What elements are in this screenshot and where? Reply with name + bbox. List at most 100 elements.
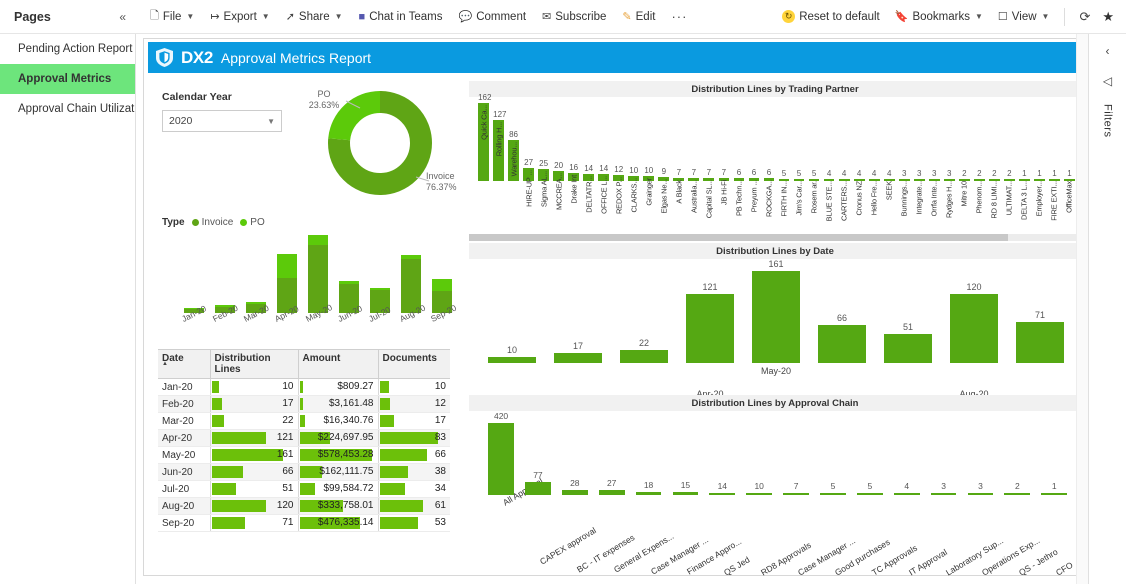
bar-column[interactable]: 420All Approval <box>488 423 514 495</box>
chevrons-left-icon[interactable]: « <box>119 10 126 24</box>
bar-column[interactable]: 161May-20 <box>752 271 801 363</box>
bar-column[interactable]: 7Case Manager ... <box>783 493 809 495</box>
bar-column[interactable]: 27General Expens... <box>599 490 625 495</box>
bar-column[interactable]: 1Employer... <box>1034 179 1045 181</box>
distribution-lines-by-date-panel[interactable]: Distribution Lines by Date 10Jan-2017Feb… <box>469 243 1081 391</box>
bar-column[interactable]: 162Quick Ca... <box>478 103 489 181</box>
table-row[interactable]: Aug-20120$333,758.0161 <box>158 498 450 515</box>
bar-column[interactable]: 10RD8 Approvals <box>746 493 772 495</box>
bar-column[interactable]: 10CLARKS... <box>628 176 639 181</box>
export-menu-button[interactable]: ↦ Export ▼ <box>204 6 275 27</box>
bar-column[interactable]: 6PB Techn... <box>734 178 745 181</box>
stacked-column[interactable] <box>308 235 328 313</box>
refresh-icon[interactable]: ⟳ <box>1074 7 1095 27</box>
bar-column[interactable]: 3Orrfa Inte... <box>929 179 940 181</box>
bar-column[interactable]: 51Jul-20 <box>884 334 933 363</box>
bar-column[interactable]: 86Warehou... <box>508 140 519 181</box>
bar-column[interactable]: 4Cronus NZ <box>854 179 865 181</box>
chat-in-teams-button[interactable]: ■ Chat in Teams <box>353 7 449 27</box>
star-icon[interactable]: ★ <box>1098 7 1118 27</box>
type-donut-chart[interactable]: PO 23.63% Invoice 76.37% <box>294 81 464 206</box>
bar-column[interactable]: 2RD 8 LIMI... <box>989 179 1000 181</box>
table-row[interactable]: Mar-2022$16,340.7617 <box>158 413 450 430</box>
bar-column[interactable]: 5Jim's Car... <box>794 179 805 181</box>
table-row[interactable]: Apr-20121$224,697.9583 <box>158 430 450 447</box>
table-row[interactable]: Sep-2071$476,335.1453 <box>158 515 450 532</box>
scrollbar-thumb[interactable] <box>469 234 1008 241</box>
bar-column[interactable]: 2Mitre 10 <box>959 179 970 181</box>
bar-column[interactable]: 15Finance Appro... <box>673 492 699 495</box>
bar-column[interactable]: 4CARTERS... <box>839 179 850 181</box>
bar-column[interactable]: 77CAPEX approval <box>525 482 551 495</box>
bar-column[interactable]: 1DELTA 3 L... <box>1019 179 1030 181</box>
bar-column[interactable]: 121Apr-20 <box>686 294 735 363</box>
legend-item-invoice[interactable]: Invoice <box>192 217 234 228</box>
bar-column[interactable]: 120Aug-20 <box>950 294 999 363</box>
bar-column[interactable]: 16Drake Int <box>568 173 579 181</box>
file-menu-button[interactable]: 🗋 File ▼ <box>144 3 200 30</box>
bar-column[interactable]: 2Phenom... <box>974 179 985 181</box>
bookmarks-menu-button[interactable]: 🔖 Bookmarks ▼ <box>889 6 989 27</box>
distribution-lines-by-approval-chain-panel[interactable]: Distribution Lines by Approval Chain 420… <box>469 395 1081 573</box>
chevron-left-icon[interactable]: ‹ <box>1106 44 1110 58</box>
bar-column[interactable]: 3Bunnings... <box>899 179 910 181</box>
filter-icon[interactable]: ◁ <box>1103 74 1112 88</box>
edit-button[interactable]: ✎ Edit <box>616 6 661 27</box>
table-row[interactable]: Jun-2066$162,111.7538 <box>158 464 450 481</box>
sidebar-item-approval-metrics[interactable]: Approval Metrics <box>0 64 135 94</box>
bar-column[interactable]: 71Sep-20 <box>1016 322 1065 363</box>
bar-column[interactable]: 7JB Hi-Fi <box>719 178 730 181</box>
filters-label[interactable]: Filters <box>1102 104 1114 137</box>
comment-button[interactable]: 💬 Comment <box>452 6 532 27</box>
calendar-year-dropdown[interactable]: 2020 ▼ <box>162 110 282 132</box>
bar-column[interactable]: 7Capital SL... <box>703 178 714 181</box>
sidebar-item-pending-action-report[interactable]: Pending Action Report <box>0 34 135 64</box>
view-menu-button[interactable]: ☐ View ▼ <box>992 6 1056 27</box>
table-row[interactable]: Jul-2051$99,584.7234 <box>158 481 450 498</box>
legend-item-po[interactable]: PO <box>240 217 264 228</box>
bar-column[interactable]: 3Rydges H... <box>944 179 955 181</box>
bar-column[interactable]: 12REDOX P... <box>613 175 624 181</box>
column-header-date[interactable]: Date <box>158 350 210 379</box>
column-header-documents[interactable]: Documents <box>378 350 450 379</box>
bar-column[interactable]: 17Feb-20 <box>554 353 603 363</box>
bar-column[interactable]: 1OfficeMax <box>1064 179 1075 181</box>
bar-column[interactable]: 14DELTATR... <box>583 174 594 181</box>
bar-column[interactable]: 10Grainger <box>643 176 654 181</box>
table-row[interactable]: Feb-2017$3,161.4812 <box>158 396 450 413</box>
sidebar-item-approval-chain-utilization[interactable]: Approval Chain Utilizati... <box>0 94 135 124</box>
bar-column[interactable]: 3Laboratory Sup... <box>931 493 957 495</box>
bar-column[interactable]: 27HIRE-UP ... <box>523 168 534 181</box>
bar-column[interactable]: 5TC Approvals <box>857 493 883 495</box>
bar-column[interactable]: 6Preyum ... <box>749 178 760 181</box>
bar-column[interactable]: 4BLUE STE... <box>824 179 835 181</box>
reset-to-default-button[interactable]: ↻ Reset to default <box>776 6 886 27</box>
bar-column[interactable]: 28BC - IT expenses <box>562 490 588 495</box>
column-header-distribution-lines[interactable]: Distribution Lines <box>210 350 298 379</box>
bar-column[interactable]: 1CFO <box>1041 493 1067 495</box>
bar-column[interactable]: 3Operations Exp... <box>968 493 994 495</box>
bar-column[interactable]: 6ROCKGA... <box>764 178 775 181</box>
share-menu-button[interactable]: ➚ Share ▼ <box>280 6 349 27</box>
bar-column[interactable]: 7A Black <box>673 178 684 181</box>
bar-column[interactable]: 66Jun-20 <box>818 325 867 363</box>
bar-column[interactable]: 18Case Manager ... <box>636 492 662 495</box>
more-options-button[interactable]: ··· <box>665 7 693 26</box>
bar-column[interactable]: 5FIRTH IN... <box>779 179 790 181</box>
bar-column[interactable]: 5Good purchases <box>820 493 846 495</box>
bar-column[interactable]: 7Australia... <box>688 178 699 181</box>
bar-column[interactable]: 4SEEK <box>884 179 895 181</box>
bar-column[interactable]: 2QS - Jethro <box>1004 493 1030 495</box>
bar-column[interactable]: 4Hello Fre... <box>869 179 880 181</box>
metrics-table[interactable]: Date Distribution Lines Amount Documents… <box>158 349 450 532</box>
bar-column[interactable]: 3Integrate... <box>914 179 925 181</box>
bar-column[interactable]: 4IT Approval <box>894 493 920 495</box>
bar-column[interactable]: 5Rosem ar. <box>809 179 820 181</box>
bar-column[interactable]: 9Elgas Ne... <box>658 177 669 181</box>
bar-column[interactable]: 1FIRE EXTI... <box>1049 179 1060 181</box>
bar-column[interactable]: 127Rolling H... <box>493 120 504 181</box>
bar-column[interactable]: 14QS Jed <box>709 493 735 495</box>
subscribe-button[interactable]: ✉ Subscribe <box>536 6 612 27</box>
bar-column[interactable]: 20MCCREA... <box>553 171 564 181</box>
distribution-lines-by-trading-partner-panel[interactable]: Distribution Lines by Trading Partner 16… <box>469 81 1081 241</box>
